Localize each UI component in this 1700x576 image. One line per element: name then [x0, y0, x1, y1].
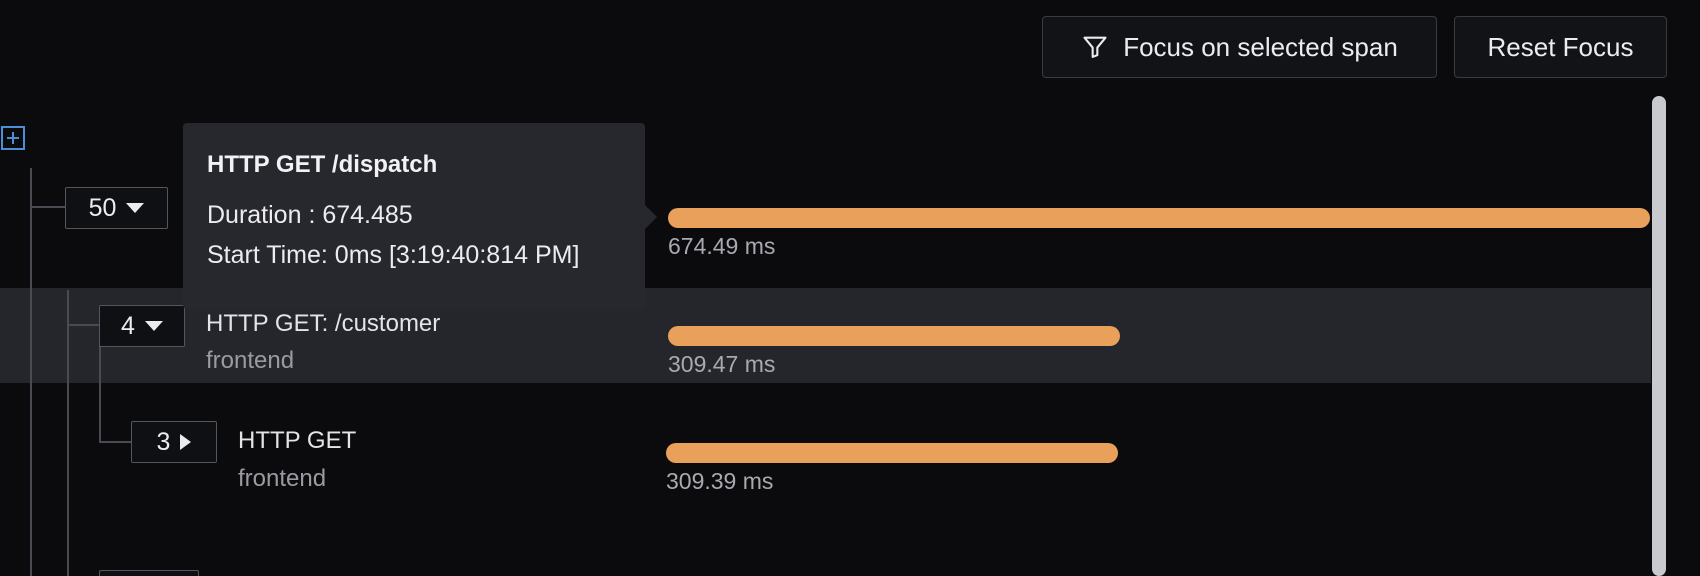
tooltip-duration: Duration : 674.485: [207, 201, 413, 229]
duration-bar[interactable]: [668, 208, 1650, 228]
span-count: 50: [88, 193, 117, 222]
vertical-scrollbar[interactable]: [1652, 96, 1666, 576]
span-tooltip: HTTP GET /dispatch Duration : 674.485 St…: [183, 123, 657, 309]
span-count: 3: [156, 427, 171, 456]
duration-label: 309.39 ms: [666, 468, 774, 494]
chevron-down-icon: [126, 203, 145, 213]
tree-line: [99, 441, 131, 443]
focus-on-selected-span-button[interactable]: Focus on selected span: [1042, 16, 1437, 78]
reset-button-label: Reset Focus: [1487, 31, 1634, 62]
tree-line: [67, 324, 99, 326]
span-name[interactable]: HTTP GET: [238, 427, 356, 455]
reset-focus-button[interactable]: Reset Focus: [1454, 16, 1667, 78]
tree-line: [30, 206, 65, 208]
duration-bar[interactable]: [666, 443, 1118, 463]
span-service: frontend: [206, 347, 295, 374]
focus-button-label: Focus on selected span: [1123, 31, 1398, 62]
filter-icon: [1083, 36, 1107, 58]
span-count: 4: [121, 311, 135, 340]
span-name[interactable]: HTTP GET: /customer: [206, 310, 440, 338]
trace-waterfall: Focus on selected span Reset Focus 50 67…: [0, 0, 1700, 576]
span-count-toggle[interactable]: [99, 570, 199, 576]
tree-line: [30, 168, 32, 576]
span-count-toggle[interactable]: 50: [65, 187, 168, 229]
plus-square-icon[interactable]: [1, 126, 25, 150]
tooltip-start-time: Start Time: 0ms [3:19:40:814 PM]: [207, 241, 580, 269]
span-service: frontend: [238, 465, 327, 492]
span-count-toggle[interactable]: 3: [131, 421, 217, 463]
duration-label: 309.47 ms: [668, 351, 776, 377]
duration-label: 674.49 ms: [668, 233, 776, 259]
tree-line: [67, 290, 69, 576]
span-count-toggle[interactable]: 4: [99, 305, 185, 347]
duration-bar[interactable]: [668, 326, 1120, 346]
chevron-down-icon: [144, 321, 163, 331]
tree-line: [99, 346, 101, 443]
tooltip-title: HTTP GET /dispatch: [207, 151, 438, 178]
chevron-right-icon: [180, 434, 192, 450]
